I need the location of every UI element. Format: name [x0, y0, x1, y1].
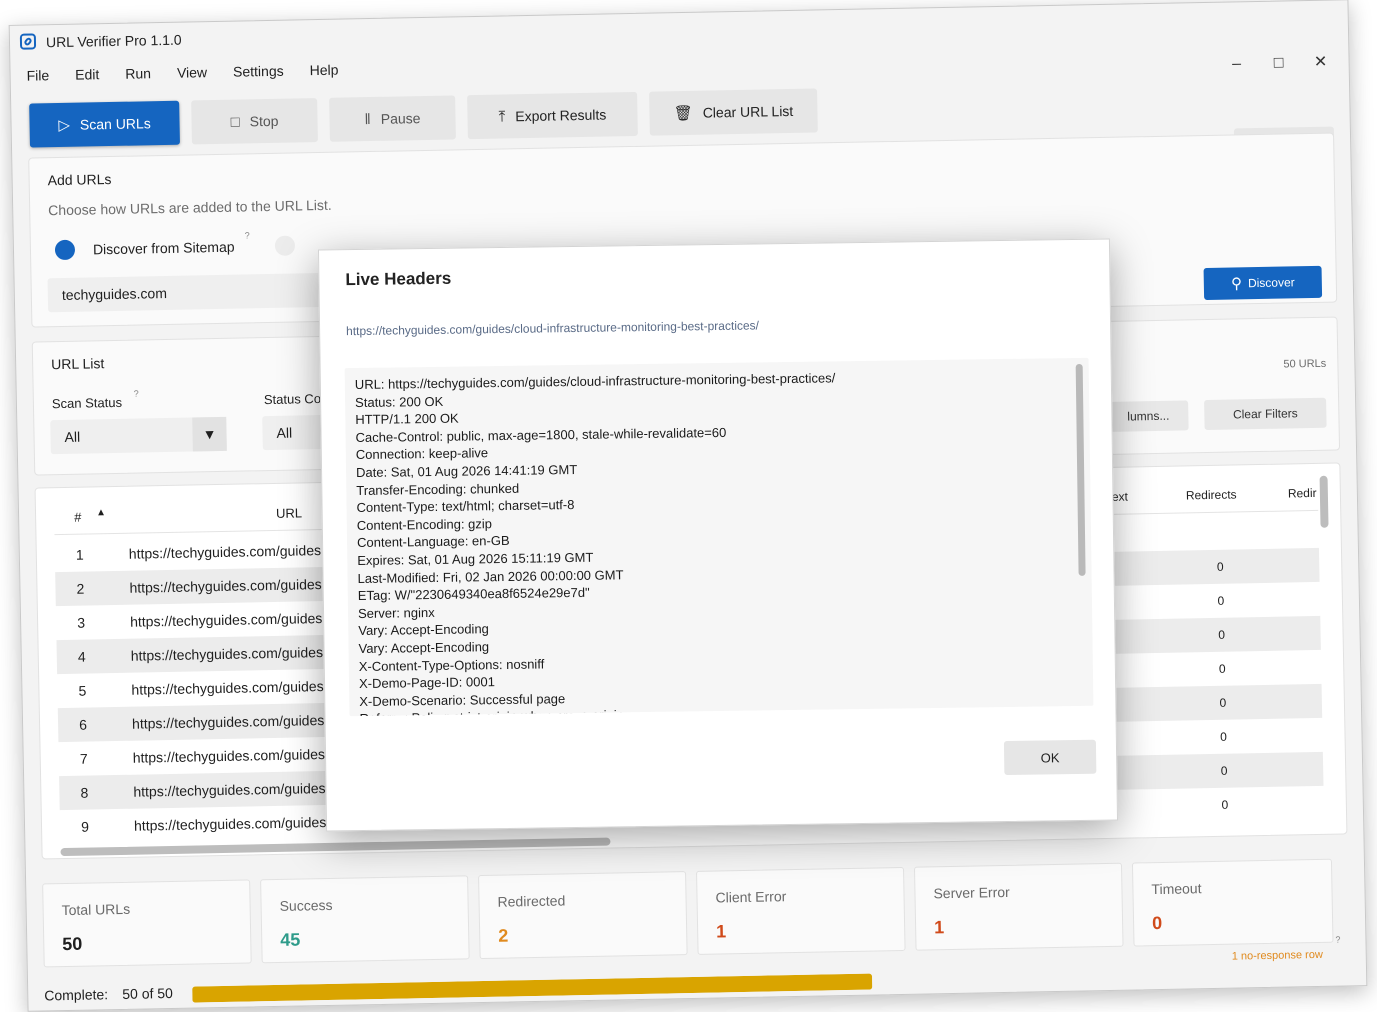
close-button[interactable]: ✕: [1300, 48, 1341, 77]
menu-help[interactable]: Help: [307, 60, 340, 87]
export-results-button[interactable]: ⤒ Export Results: [467, 91, 638, 140]
ok-button[interactable]: OK: [1003, 739, 1097, 776]
app-link-icon: [19, 33, 37, 50]
trash-icon: 🗑: [673, 104, 693, 122]
add-urls-subtitle: Choose how URLs are added to the URL Lis…: [48, 196, 332, 219]
window-title: URL Verifier Pro 1.1.0: [45, 31, 182, 51]
success-value: 45: [280, 929, 301, 950]
clear-filters-button[interactable]: Clear Filters: [1204, 397, 1327, 431]
stop-square-icon: □: [230, 113, 240, 131]
total-urls-card: Total URLs 50: [42, 879, 252, 968]
add-urls-title: Add URLs: [47, 171, 112, 189]
menu-view[interactable]: View: [175, 62, 210, 89]
stop-button[interactable]: □ Stop: [191, 98, 318, 145]
domain-input[interactable]: techyguides.com: [47, 272, 339, 313]
redirected-card: Redirected 2: [478, 871, 688, 960]
server-error-card: Server Error 1: [913, 862, 1124, 951]
scan-status-help-icon[interactable]: ?: [134, 389, 139, 399]
client-error-value: 1: [715, 921, 727, 942]
redirected-label: Redirected: [497, 892, 566, 910]
menu-file[interactable]: File: [24, 65, 51, 92]
server-error-value: 1: [933, 917, 945, 938]
total-urls-value: 50: [62, 933, 83, 955]
sitemap-radio[interactable]: [54, 239, 76, 261]
col-redirects-header[interactable]: Redirects: [1186, 487, 1237, 502]
menu-settings[interactable]: Settings: [231, 61, 286, 88]
live-headers-dialog: Live Headers https://techyguides.com/gui…: [317, 238, 1119, 832]
status-code-label: Status Co: [263, 391, 322, 408]
maximize-button[interactable]: □: [1258, 49, 1299, 78]
table-vertical-scrollbar[interactable]: [1319, 475, 1329, 528]
sitemap-option-label: Discover from Sitemap: [92, 238, 235, 258]
columns-button[interactable]: lumns...: [1108, 400, 1189, 432]
minimize-button[interactable]: –: [1216, 50, 1257, 79]
dialog-url[interactable]: https://techyguides.com/guides/cloud-inf…: [346, 318, 759, 338]
scan-status-label: Scan Status: [51, 394, 123, 412]
pause-icon: ‖: [364, 110, 371, 128]
client-error-card: Client Error 1: [696, 866, 906, 955]
no-response-note[interactable]: 1 no-response row: [1232, 949, 1323, 963]
col-next-header[interactable]: ext: [1112, 490, 1128, 504]
url-count: 50 URLs: [1283, 357, 1327, 371]
headers-scrollbar[interactable]: [1075, 363, 1086, 576]
chevron-down-icon[interactable]: ▼: [192, 416, 227, 452]
clear-url-list-button[interactable]: 🗑 Clear URL List: [649, 88, 818, 136]
stats-help-icon[interactable]: ?: [1335, 935, 1340, 945]
dialog-title: Live Headers: [345, 268, 452, 290]
timeout-card: Timeout 0: [1131, 858, 1334, 947]
alternate-radio[interactable]: [274, 235, 296, 256]
progress-bar: [192, 973, 873, 1003]
col-url-header[interactable]: URL: [276, 505, 302, 520]
pause-button[interactable]: ‖ Pause: [329, 95, 456, 142]
sort-asc-icon[interactable]: ▲: [96, 507, 106, 518]
total-urls-label: Total URLs: [61, 900, 131, 919]
progress-count: 50 of 50: [122, 984, 174, 1002]
upload-icon: ⤒: [498, 107, 506, 126]
col-number-header[interactable]: #: [74, 510, 82, 525]
progress-fill: [192, 973, 873, 1003]
success-label: Success: [279, 896, 333, 914]
success-card: Success 45: [260, 875, 470, 964]
play-icon: ▷: [58, 116, 71, 134]
title-bar: URL Verifier Pro 1.1.0: [10, 0, 1348, 62]
menu-run[interactable]: Run: [123, 63, 153, 90]
client-error-label: Client Error: [715, 888, 787, 906]
menu-bar: File Edit Run View Settings Help: [24, 60, 340, 92]
headers-text-box[interactable]: URL: https://techyguides.com/guides/clou…: [344, 357, 1094, 717]
scan-urls-button[interactable]: ▷ Scan URLs: [29, 100, 180, 148]
headers-text: URL: https://techyguides.com/guides/clou…: [355, 369, 840, 716]
timeout-value: 0: [1151, 912, 1163, 934]
timeout-label: Timeout: [1151, 880, 1202, 898]
col-redir-header[interactable]: Redir: [1288, 486, 1317, 501]
menu-edit[interactable]: Edit: [73, 64, 102, 91]
redirected-value: 2: [498, 925, 509, 946]
url-list-title: URL List: [51, 355, 105, 373]
discover-button[interactable]: ⚲ Discover: [1203, 265, 1323, 301]
server-error-label: Server Error: [933, 883, 1010, 902]
search-icon: ⚲: [1230, 274, 1243, 293]
sitemap-help-icon[interactable]: ?: [245, 230, 250, 240]
progress-label: Complete:: [44, 986, 109, 1004]
